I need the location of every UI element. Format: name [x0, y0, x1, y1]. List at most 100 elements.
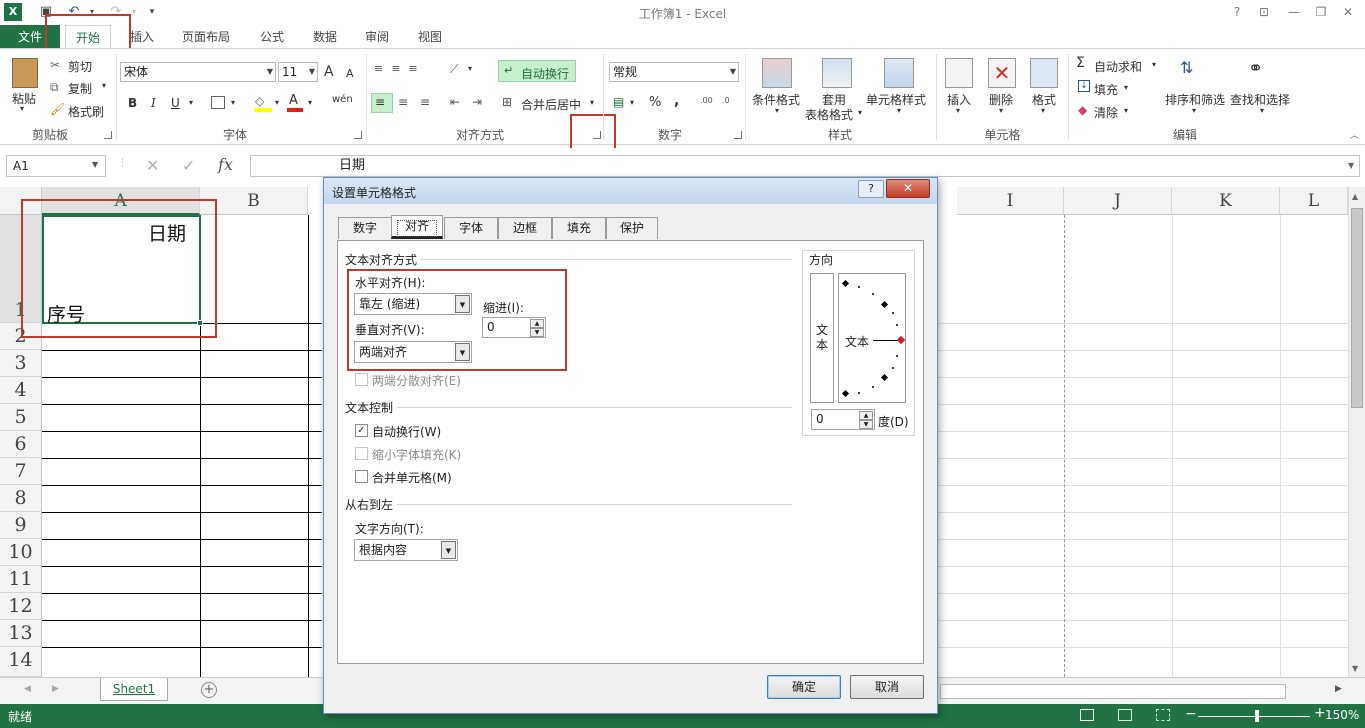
tab-border[interactable]: 边框	[498, 217, 552, 239]
ok-button[interactable]: 确定	[767, 675, 841, 699]
format-dropdown-icon[interactable]: ▾	[1041, 106, 1045, 115]
conditional-dropdown-icon[interactable]: ▾	[775, 106, 779, 115]
tab-page-layout[interactable]: 页面布局	[174, 25, 238, 49]
clear-dropdown-icon[interactable]: ▾	[1124, 106, 1128, 115]
fill-color-icon[interactable]: ◇	[255, 94, 271, 108]
justify-distributed-checkbox[interactable]	[355, 373, 368, 386]
accounting-dropdown-icon[interactable]: ▾	[630, 98, 634, 107]
row-header[interactable]: 12	[0, 593, 42, 620]
copy-dropdown-icon[interactable]: ▾	[102, 81, 106, 90]
zoom-slider-track[interactable]	[1198, 716, 1310, 717]
help-button[interactable]: ?	[1225, 3, 1249, 21]
column-header-i[interactable]: I	[957, 187, 1064, 215]
new-sheet-icon[interactable]: +	[201, 682, 217, 698]
number-format-dropdown-icon[interactable]: ▼	[730, 63, 736, 81]
conditional-formatting-icon[interactable]	[762, 58, 792, 88]
degrees-down-icon[interactable]: ▼	[859, 420, 873, 429]
vertical-scroll-thumb[interactable]	[1351, 208, 1363, 408]
orientation-icon[interactable]: ⟋	[450, 62, 458, 77]
format-cells-icon[interactable]	[1030, 58, 1058, 88]
tab-insert[interactable]: 插入	[124, 25, 160, 49]
number-launcher-icon[interactable]	[734, 131, 742, 139]
restore-button[interactable]: ❐	[1309, 3, 1333, 21]
increase-decimal-icon[interactable]: .00	[700, 96, 713, 105]
cut-button[interactable]: 剪切	[68, 58, 92, 75]
text-direction-dropdown-icon[interactable]: ▼	[441, 541, 456, 559]
row-header[interactable]: 6	[0, 431, 42, 458]
clear-button[interactable]: 清除	[1094, 104, 1118, 121]
row-header[interactable]: 8	[0, 485, 42, 512]
scroll-down-icon[interactable]: ▼	[1352, 664, 1358, 673]
row-header[interactable]: 5	[0, 404, 42, 431]
grow-font-button[interactable]: A	[324, 64, 334, 80]
page-break-view-icon[interactable]	[1156, 709, 1170, 721]
fill-color-dropdown-icon[interactable]: ▾	[275, 98, 279, 107]
font-launcher-icon[interactable]	[354, 131, 362, 139]
sheet-prev-icon[interactable]: ◀	[24, 684, 31, 694]
row-header[interactable]: 3	[0, 350, 42, 377]
zoom-out-icon[interactable]: −	[1185, 706, 1197, 722]
shrink-font-button[interactable]: A	[346, 67, 354, 80]
clipboard-launcher-icon[interactable]	[104, 131, 112, 139]
fill-button[interactable]: 填充	[1094, 81, 1118, 98]
degrees-spinner[interactable]: 0 ▲ ▼	[811, 409, 875, 430]
increase-indent-icon[interactable]: ⇥	[472, 95, 482, 109]
collapse-ribbon-icon[interactable]: ︿	[1350, 128, 1359, 141]
zoom-level[interactable]: 150%	[1325, 708, 1359, 722]
borders-icon[interactable]	[211, 96, 225, 109]
horizontal-scroll-thumb[interactable]	[940, 684, 1286, 699]
font-color-dropdown-icon[interactable]: ▾	[308, 98, 312, 107]
column-header-k[interactable]: K	[1172, 187, 1280, 215]
bold-button[interactable]: B	[128, 96, 137, 110]
close-button[interactable]: ✕	[1336, 3, 1360, 21]
font-color-icon[interactable]: A	[289, 93, 298, 108]
row-header[interactable]: 4	[0, 377, 42, 404]
copy-button[interactable]: 复制	[68, 80, 92, 97]
font-name-combo[interactable]: 宋体 ▼	[120, 62, 276, 82]
format-as-table-line2[interactable]: 表格格式	[805, 106, 853, 123]
sheet-tab-sheet1[interactable]: Sheet1	[100, 678, 168, 701]
font-size-dropdown-icon[interactable]: ▼	[309, 63, 315, 81]
shrink-to-fit-checkbox[interactable]	[355, 447, 368, 460]
sheet-next-icon[interactable]: ▶	[52, 684, 59, 694]
minimize-button[interactable]: —	[1282, 3, 1306, 21]
comma-button[interactable]: ,	[674, 93, 679, 109]
row-header[interactable]: 13	[0, 620, 42, 647]
binoculars-icon[interactable]: ⚭	[1248, 58, 1263, 79]
font-name-dropdown-icon[interactable]: ▼	[267, 63, 273, 81]
accounting-format-icon[interactable]: ▤	[613, 95, 624, 109]
phonetic-button[interactable]: wén	[332, 94, 353, 105]
merge-center-button[interactable]: 合并后居中	[521, 96, 581, 113]
insert-function-icon[interactable]: fx	[218, 155, 233, 174]
ribbon-display-icon[interactable]: ⊡	[1252, 3, 1276, 21]
insert-cells-icon[interactable]	[945, 58, 973, 88]
percent-button[interactable]: %	[649, 95, 661, 110]
vertical-align-icons[interactable]: ≡≡≡	[374, 62, 426, 75]
enter-entry-icon[interactable]: ✓	[182, 156, 195, 175]
zoom-slider-thumb[interactable]	[1255, 710, 1259, 722]
sort-filter-icon[interactable]: ⇅	[1180, 58, 1193, 77]
underline-button[interactable]: U	[171, 96, 180, 110]
zoom-in-icon[interactable]: +	[1314, 705, 1326, 721]
tab-view[interactable]: 视图	[410, 25, 450, 49]
delete-cells-icon[interactable]: ✕	[988, 58, 1016, 88]
find-select-dropdown-icon[interactable]: ▾	[1260, 106, 1264, 115]
scroll-up-icon[interactable]: ▲	[1352, 192, 1358, 201]
number-format-combo[interactable]: 常规 ▼	[609, 62, 739, 82]
format-painter-button[interactable]: 格式刷	[68, 103, 104, 120]
normal-view-icon[interactable]	[1080, 709, 1094, 721]
autosum-button[interactable]: 自动求和	[1094, 58, 1142, 75]
insert-dropdown-icon[interactable]: ▾	[956, 106, 960, 115]
align-right-icon[interactable]: ≡	[420, 95, 430, 109]
row-header[interactable]: 7	[0, 458, 42, 485]
cell-styles-dropdown-icon[interactable]: ▾	[897, 106, 901, 115]
underline-dropdown-icon[interactable]: ▾	[189, 98, 193, 107]
row-header[interactable]: 9	[0, 512, 42, 539]
row-header[interactable]: 10	[0, 539, 42, 566]
name-box[interactable]: A1	[6, 155, 106, 177]
scroll-right-icon[interactable]: ▶	[1335, 684, 1342, 694]
cell-styles-button[interactable]: 单元格样式	[866, 91, 926, 108]
tab-number[interactable]: 数字	[338, 217, 392, 239]
row-header[interactable]: 11	[0, 566, 42, 593]
paste-dropdown-icon[interactable]: ▾	[20, 104, 24, 113]
